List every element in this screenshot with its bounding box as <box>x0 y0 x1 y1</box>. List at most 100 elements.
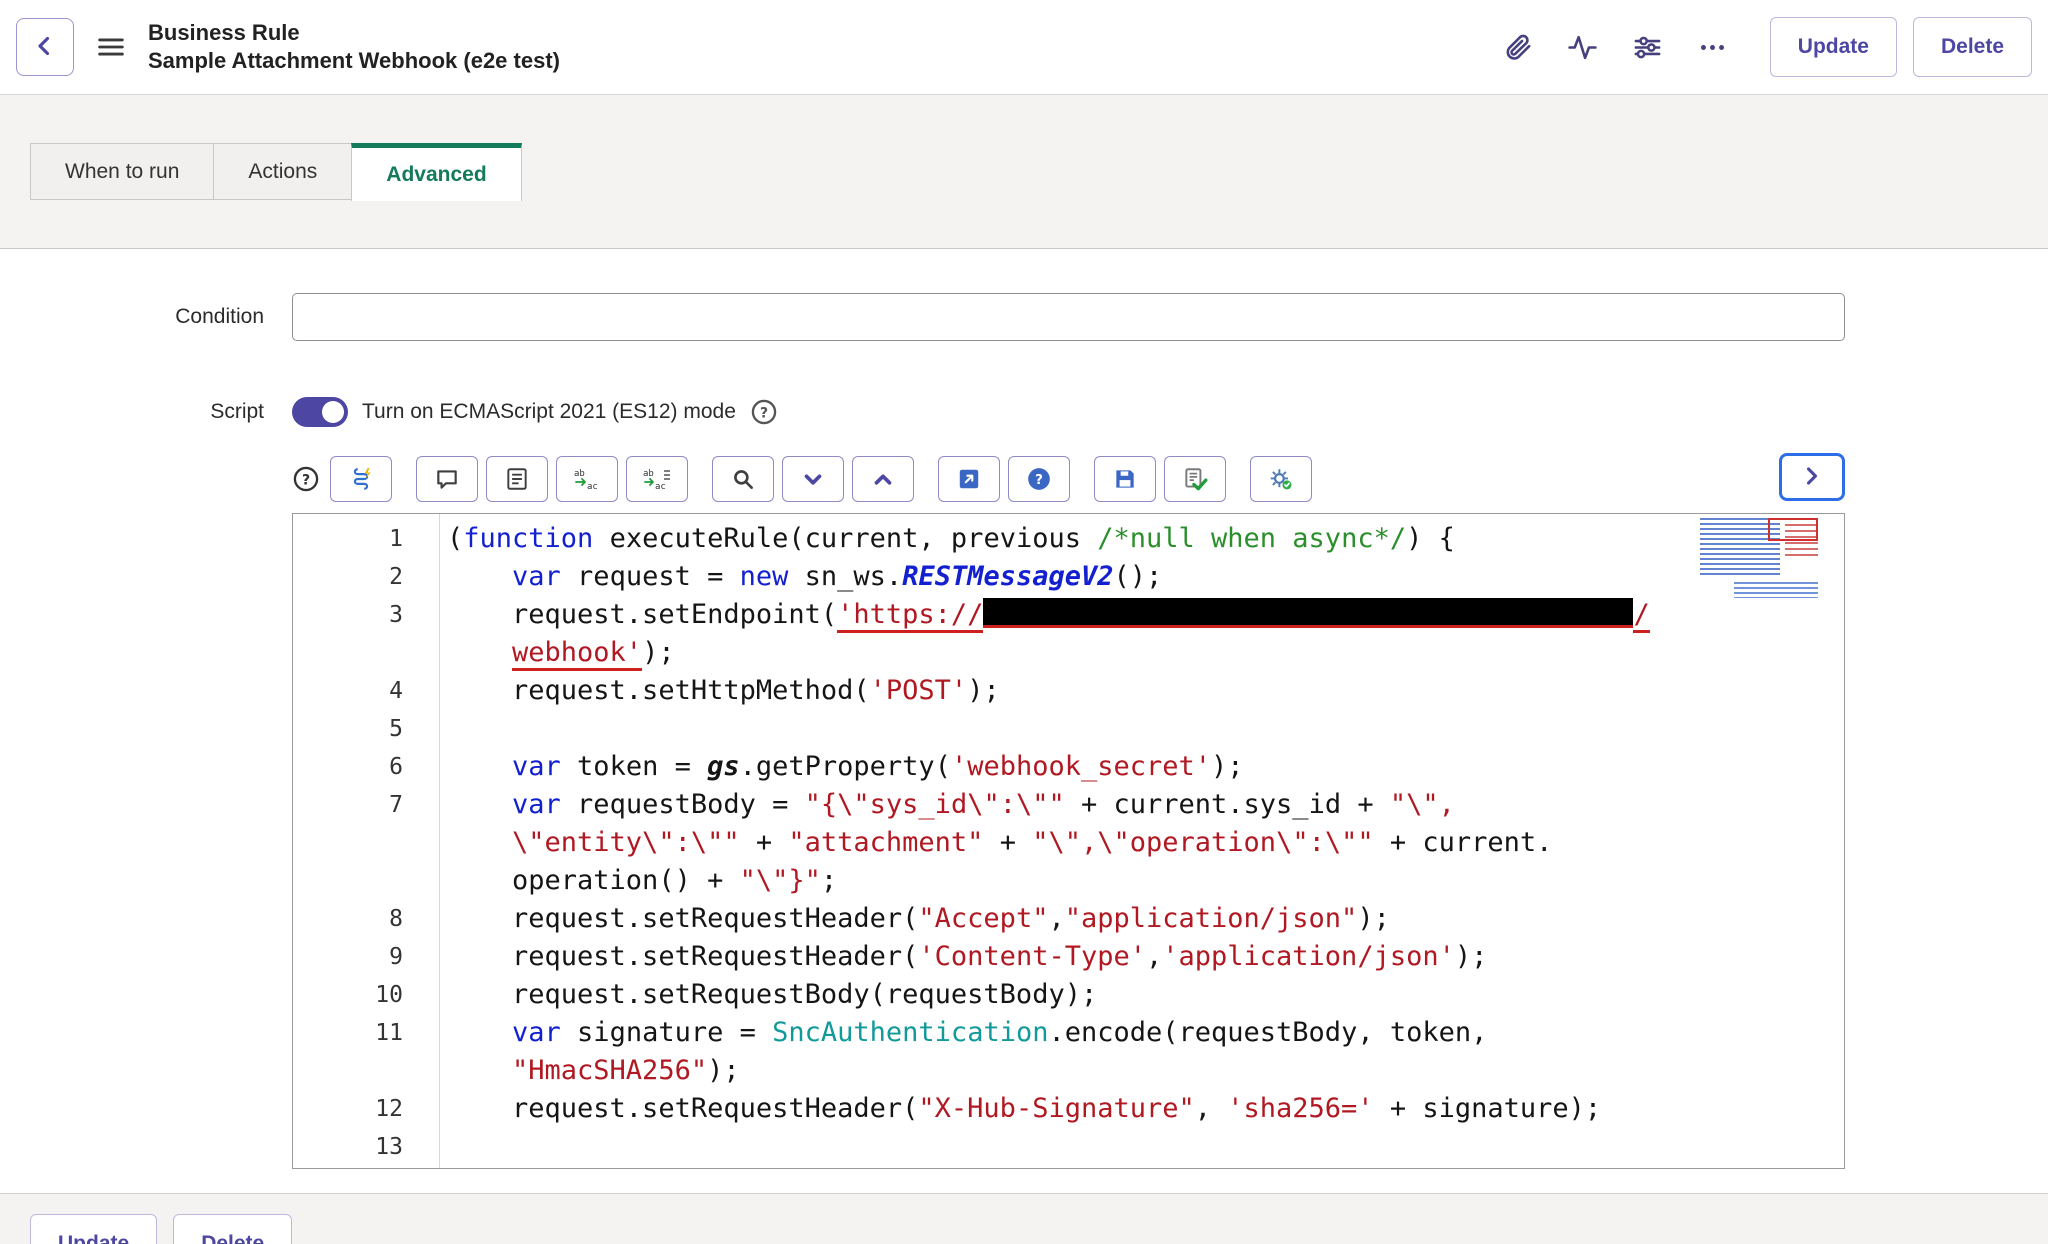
find-previous-button[interactable] <box>852 456 914 502</box>
svg-text:ab: ab <box>574 469 585 479</box>
tab-when-to-run[interactable]: When to run <box>30 143 214 200</box>
code-row[interactable]: 12request.setRequestHeader("X-Hub-Signat… <box>293 1090 1844 1128</box>
code-row[interactable]: \"entity\":\"" + "attachment" + "\",\"op… <box>293 824 1844 862</box>
code-row[interactable]: webhook'); <box>293 634 1844 672</box>
chevron-down-icon <box>799 466 827 492</box>
line-number: 2 <box>293 558 439 596</box>
header-delete-button[interactable]: Delete <box>1913 17 2032 77</box>
menu-icon[interactable] <box>94 30 128 64</box>
svg-text:ac: ac <box>587 482 598 492</box>
header-actions: Update Delete <box>1502 17 2032 77</box>
condition-label: Condition <box>0 305 272 329</box>
footer: Update Delete <box>0 1194 2048 1244</box>
toggle-knob <box>322 401 344 423</box>
tab-band: When to runActionsAdvanced <box>0 143 2048 248</box>
script-row: Script Turn on ECMAScript 2021 (ES12) mo… <box>0 397 2048 427</box>
minimap-highlight <box>1768 518 1818 541</box>
activity-stream-button[interactable] <box>1567 32 1598 63</box>
code-row[interactable]: 11var signature = SncAuthentication.enco… <box>293 1014 1844 1052</box>
sliders-icon <box>1632 32 1663 63</box>
footer-delete-button[interactable]: Delete <box>173 1214 292 1244</box>
redacted-text <box>983 598 1633 628</box>
code-row[interactable]: 10request.setRequestBody(requestBody); <box>293 976 1844 1014</box>
toggle-comment-button[interactable] <box>416 456 478 502</box>
syntax-editor-toggle-button[interactable] <box>330 456 392 502</box>
debug-button[interactable] <box>1250 456 1312 502</box>
line-number <box>293 862 439 900</box>
tab-actions[interactable]: Actions <box>213 143 352 200</box>
footer-update-button[interactable]: Update <box>30 1214 157 1244</box>
minimap-fragment <box>1734 582 1818 598</box>
line-number: 5 <box>293 710 439 748</box>
line-number: 3 <box>293 596 439 634</box>
code-row[interactable]: 9request.setRequestHeader('Content-Type'… <box>293 938 1844 976</box>
condition-input[interactable] <box>292 293 1845 341</box>
script-editor[interactable]: 1(function executeRule(current, previous… <box>292 513 1845 1169</box>
personalize-button[interactable] <box>1632 32 1663 63</box>
form-panel: Condition Script Turn on ECMAScript 2021… <box>0 248 2048 1194</box>
line-number: 6 <box>293 748 439 786</box>
line-number: 12 <box>293 1090 439 1128</box>
replace-icon: abac <box>573 466 601 492</box>
help-icon[interactable]: ? <box>750 398 778 426</box>
code-row[interactable]: 5 <box>293 710 1844 748</box>
open-in-new-window-button[interactable] <box>938 456 1000 502</box>
code-row[interactable]: 3request.setEndpoint('https:/// <box>293 596 1844 634</box>
line-number: 7 <box>293 786 439 824</box>
record-name: Sample Attachment Webhook (e2e test) <box>148 47 560 75</box>
code-area[interactable]: 1(function executeRule(current, previous… <box>293 514 1844 1166</box>
line-number: 9 <box>293 938 439 976</box>
search-icon <box>729 466 757 492</box>
script-check-icon <box>1181 466 1209 492</box>
header-icon-buttons <box>1502 32 1728 63</box>
chevron-left-icon <box>30 31 60 64</box>
help-icon[interactable]: ? <box>292 465 320 493</box>
svg-text:?: ? <box>1035 472 1043 488</box>
debug-icon <box>1267 466 1295 492</box>
svg-text:ac: ac <box>655 482 666 492</box>
code-row[interactable]: 8request.setRequestHeader("Accept","appl… <box>293 900 1844 938</box>
es-mode-toggle[interactable] <box>292 397 348 427</box>
find-next-button[interactable] <box>782 456 844 502</box>
line-number: 11 <box>293 1014 439 1052</box>
more-icon <box>1697 32 1728 63</box>
expand-editor-button[interactable] <box>1779 453 1845 501</box>
line-number: 13 <box>293 1128 439 1166</box>
more-options-button[interactable] <box>1697 32 1728 63</box>
tab-advanced[interactable]: Advanced <box>351 143 521 201</box>
code-row[interactable]: 7var requestBody = "{\"sys_id\":\"" + cu… <box>293 786 1844 824</box>
attachment-button[interactable] <box>1502 32 1533 63</box>
code-row[interactable]: 6var token = gs.getProperty('webhook_sec… <box>293 748 1844 786</box>
code-row[interactable]: 1(function executeRule(current, previous… <box>293 520 1844 558</box>
chevron-right-icon <box>1798 462 1826 493</box>
replace-all-button[interactable]: abac <box>626 456 688 502</box>
line-number: 1 <box>293 520 439 558</box>
syntax-check-button[interactable] <box>1164 456 1226 502</box>
code-row[interactable]: 2var request = new sn_ws.RESTMessageV2()… <box>293 558 1844 596</box>
help-filled-icon: ? <box>1025 466 1053 492</box>
save-script-button[interactable] <box>1094 456 1156 502</box>
activity-icon <box>1567 32 1598 63</box>
line-number: 4 <box>293 672 439 710</box>
code-row[interactable]: "HmacSHA256"); <box>293 1052 1844 1090</box>
tab-bar: When to runActionsAdvanced <box>30 143 2048 200</box>
save-icon <box>1111 466 1139 492</box>
toolbar-buttons: abacabac? <box>330 456 1312 502</box>
open-new-window-icon <box>955 466 983 492</box>
code-row[interactable]: operation() + "\"}"; <box>293 862 1844 900</box>
replace-button[interactable]: abac <box>556 456 618 502</box>
svg-text:?: ? <box>760 405 768 421</box>
svg-text:ab: ab <box>643 469 654 479</box>
code-row[interactable]: 4request.setHttpMethod('POST'); <box>293 672 1844 710</box>
back-button[interactable] <box>16 18 74 76</box>
header-update-button[interactable]: Update <box>1770 17 1897 77</box>
line-number: 8 <box>293 900 439 938</box>
record-title: Business Rule Sample Attachment Webhook … <box>148 19 560 75</box>
chevron-up-icon <box>869 466 897 492</box>
format-document-button[interactable] <box>486 456 548 502</box>
replace-all-icon: abac <box>643 466 671 492</box>
code-row[interactable]: 13 <box>293 1128 1844 1166</box>
minimap[interactable] <box>1700 518 1818 576</box>
search-button[interactable] <box>712 456 774 502</box>
editor-help-button[interactable]: ? <box>1008 456 1070 502</box>
